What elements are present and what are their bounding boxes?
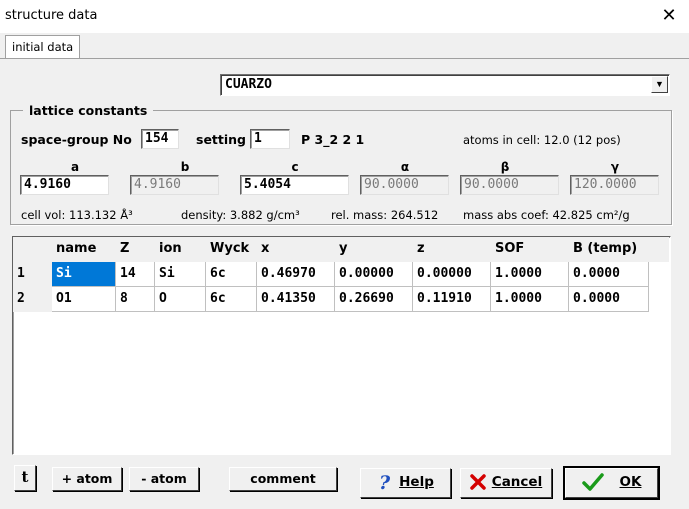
lattice-b-input[interactable]: 4.9160 bbox=[130, 175, 219, 195]
table-cell[interactable]: O1 bbox=[52, 287, 116, 312]
header-gamma: γ bbox=[610, 160, 620, 174]
lattice-a-input[interactable]: 4.9160 bbox=[20, 175, 109, 195]
add-atom-button[interactable]: + atom bbox=[52, 467, 122, 491]
table-cell[interactable]: 8 bbox=[116, 287, 155, 312]
insert-tool-button[interactable]: t bbox=[14, 465, 36, 491]
column-header-x: x bbox=[257, 237, 335, 262]
header-c: c bbox=[291, 160, 299, 174]
table-cell[interactable]: 0.26690 bbox=[335, 287, 413, 312]
setting-input[interactable]: 1 bbox=[250, 129, 290, 149]
table-cell[interactable]: 1.0000 bbox=[491, 262, 569, 287]
cancel-icon bbox=[470, 474, 486, 490]
space-group-label: space-group No bbox=[21, 132, 132, 147]
structure-select[interactable]: CUARZO ▼ bbox=[220, 74, 670, 96]
table-cell[interactable]: 14 bbox=[116, 262, 155, 287]
lattice-gamma-input[interactable]: 120.0000 bbox=[570, 175, 659, 195]
column-header-b-temp: B (temp) bbox=[569, 237, 669, 262]
density: density: 3.882 g/cm³ bbox=[181, 208, 300, 222]
close-icon[interactable]: ✕ bbox=[657, 5, 681, 27]
atoms-in-cell: atoms in cell: 12.0 (12 pos) bbox=[463, 133, 621, 147]
column-header-y: y bbox=[335, 237, 413, 262]
column-header-z: Z bbox=[116, 237, 155, 262]
relative-mass: rel. mass: 264.512 bbox=[331, 208, 439, 222]
cancel-button[interactable]: Cancel bbox=[460, 468, 552, 498]
chevron-down-icon[interactable]: ▼ bbox=[651, 76, 668, 93]
svg-text:?: ? bbox=[379, 472, 391, 492]
ok-button[interactable]: OK bbox=[563, 466, 660, 500]
table-corner bbox=[13, 237, 52, 262]
help-label: Help bbox=[399, 474, 434, 490]
header-alpha: α bbox=[400, 160, 410, 174]
table-cell[interactable]: Si bbox=[52, 262, 116, 287]
column-header-ion: ion bbox=[155, 237, 206, 262]
table-cell[interactable]: 6c bbox=[206, 262, 257, 287]
header-b: b bbox=[180, 160, 190, 174]
table-cell[interactable]: 0.00000 bbox=[413, 262, 491, 287]
checkmark-icon bbox=[581, 473, 604, 491]
tab-divider bbox=[0, 58, 689, 59]
help-icon: ? bbox=[379, 472, 391, 492]
cancel-label: Cancel bbox=[491, 474, 543, 490]
mass-absorption-coefficient: mass abs coef: 42.825 cm²/g bbox=[463, 208, 630, 222]
tab-initial-data[interactable]: initial data bbox=[5, 35, 81, 59]
ok-button-bevel bbox=[565, 468, 658, 498]
space-group-symbol: P 3_2 2 1 bbox=[301, 132, 365, 147]
dialog-body: initial data CUARZO ▼ lattice constants … bbox=[0, 33, 689, 509]
text-tool-icon: t bbox=[21, 468, 29, 486]
table-cell[interactable]: 0.00000 bbox=[335, 262, 413, 287]
comment-button[interactable]: comment bbox=[229, 467, 337, 491]
setting-label: setting bbox=[196, 132, 246, 147]
column-header-z-coord: z bbox=[413, 237, 491, 262]
column-header-sof: SOF bbox=[491, 237, 569, 262]
lattice-beta-input[interactable]: 90.0000 bbox=[460, 175, 559, 195]
remove-atom-button[interactable]: - atom bbox=[129, 467, 199, 491]
table-cell[interactable]: 0.0000 bbox=[569, 287, 649, 312]
lattice-alpha-input[interactable]: 90.0000 bbox=[360, 175, 449, 195]
space-group-input[interactable]: 154 bbox=[141, 129, 179, 149]
header-a: a bbox=[70, 160, 80, 174]
title-bar: structure data ✕ bbox=[0, 0, 689, 33]
table-cell[interactable]: 0.11910 bbox=[413, 287, 491, 312]
table-cell[interactable]: Si bbox=[155, 262, 206, 287]
table-cell[interactable]: 0.41350 bbox=[257, 287, 335, 312]
row-number[interactable]: 1 bbox=[13, 262, 52, 287]
table-cell[interactable]: 1.0000 bbox=[491, 287, 569, 312]
table-cell[interactable]: O bbox=[155, 287, 206, 312]
column-header-name: name bbox=[52, 237, 116, 262]
lattice-c-input[interactable]: 5.4054 bbox=[240, 175, 349, 195]
window-title: structure data bbox=[5, 8, 98, 23]
structure-select-value: CUARZO bbox=[225, 77, 272, 92]
table-cell[interactable]: 0.0000 bbox=[569, 262, 649, 287]
help-button[interactable]: ? Help bbox=[360, 468, 451, 498]
lattice-constants-legend: lattice constants bbox=[29, 103, 148, 118]
ok-label: OK bbox=[619, 474, 642, 490]
table-cell[interactable]: 0.46970 bbox=[257, 262, 335, 287]
header-beta: β bbox=[500, 160, 510, 174]
table-cell[interactable]: 6c bbox=[206, 287, 257, 312]
row-number[interactable]: 2 bbox=[13, 287, 52, 312]
cell-volume: cell vol: 113.132 Å³ bbox=[21, 208, 133, 222]
column-header-wyck: Wyck bbox=[206, 237, 257, 262]
atom-table[interactable]: name Z ion Wyck x y z SOF B (temp) 1 Si … bbox=[12, 236, 671, 455]
